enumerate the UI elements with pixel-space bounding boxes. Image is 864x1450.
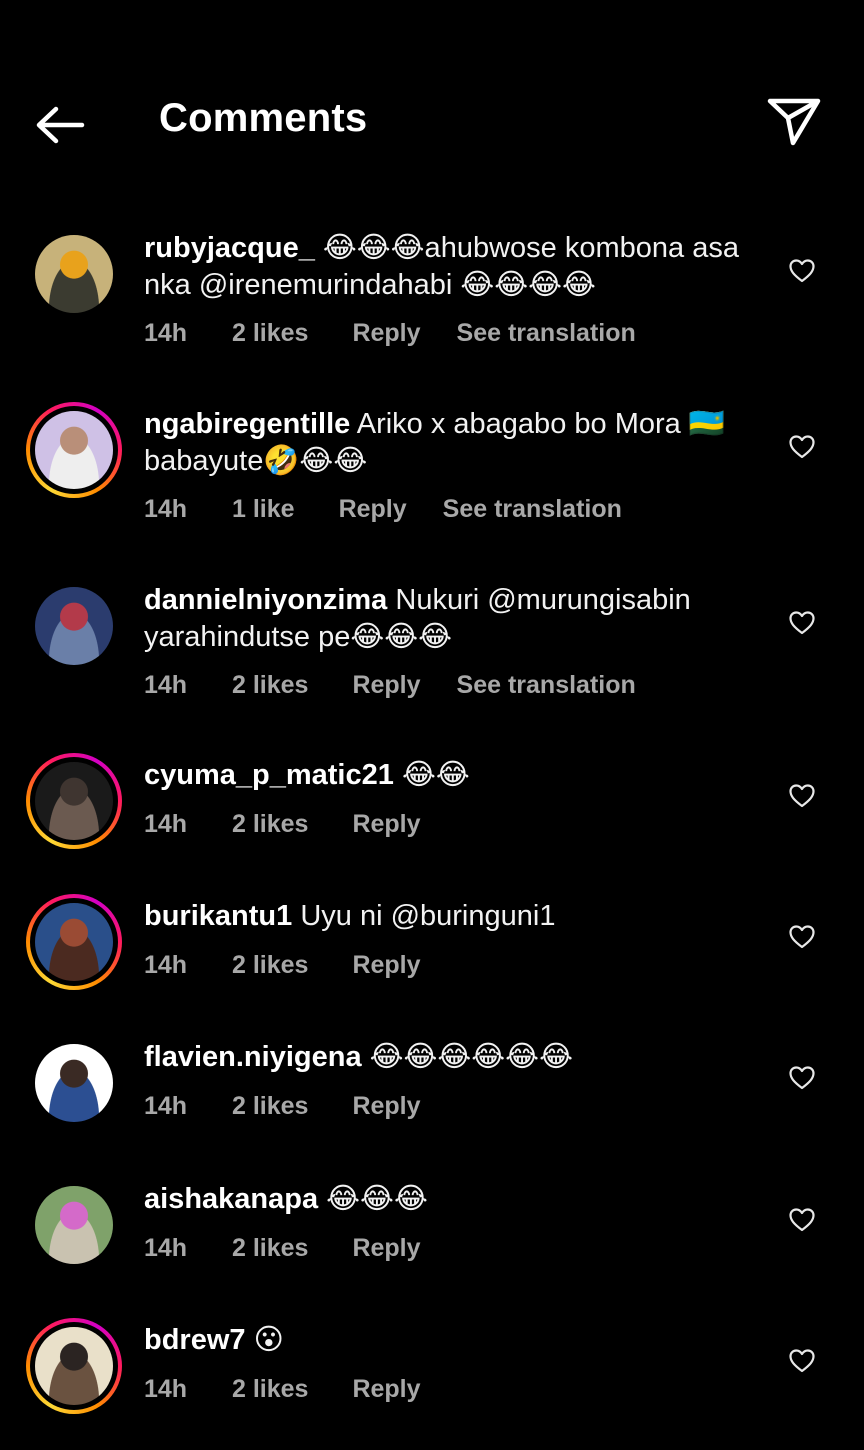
- avatar-container[interactable]: [26, 1035, 122, 1131]
- share-button[interactable]: [766, 96, 822, 148]
- comment-meta: 14h 2 likes Reply: [144, 1233, 457, 1263]
- comment-body: 😮: [253, 1324, 284, 1356]
- comment-body: 😂😂😂😂😂😂: [369, 1041, 573, 1073]
- likes-count[interactable]: 2 likes: [232, 1375, 308, 1404]
- heart-icon[interactable]: [788, 610, 816, 636]
- header: Comments: [0, 0, 864, 190]
- comment-item: dannielniyonzima Nukuri @murungisabin ya…: [0, 580, 864, 710]
- avatar-story-ring[interactable]: [26, 402, 122, 498]
- avatar: [35, 1044, 113, 1122]
- comment-item: aishakanapa 😂😂😂 14h 2 likes Reply: [0, 1179, 864, 1309]
- heart-icon[interactable]: [788, 783, 816, 809]
- comment-time: 14h: [144, 318, 188, 347]
- reply-button[interactable]: Reply: [352, 319, 420, 348]
- heart-icon[interactable]: [788, 258, 816, 284]
- comment-time: 14h: [144, 1091, 188, 1120]
- comment-time: 14h: [144, 494, 188, 523]
- reply-button[interactable]: Reply: [352, 1092, 420, 1121]
- comment-item: flavien.niyigena 😂😂😂😂😂😂 14h 2 likes Reply: [0, 1037, 864, 1167]
- avatar: [35, 1186, 113, 1264]
- reply-button[interactable]: Reply: [352, 951, 420, 980]
- page-title: Comments: [159, 96, 368, 140]
- comment-time: 14h: [144, 950, 188, 979]
- comment-item: burikantu1 Uyu ni @buringuni1 14h 2 likes R…: [0, 894, 864, 1026]
- avatar-container[interactable]: [26, 226, 122, 322]
- avatar-container[interactable]: [26, 578, 122, 674]
- comment-meta: 14h 2 likes Reply: [144, 1091, 457, 1121]
- arrow-left-icon: [36, 106, 85, 144]
- avatar: [35, 762, 113, 840]
- heart-icon[interactable]: [788, 1065, 816, 1091]
- comment-username[interactable]: rubyjacque_: [144, 232, 315, 264]
- comment-time: 14h: [144, 1233, 188, 1262]
- comment-body: Uyu ni @buringuni1: [300, 900, 556, 932]
- avatar-story-ring[interactable]: [26, 1318, 122, 1414]
- comment-meta: 14h 2 likes Reply: [144, 1374, 457, 1404]
- heart-icon[interactable]: [788, 1348, 816, 1374]
- heart-icon[interactable]: [788, 924, 816, 950]
- comment-body: 😂😂: [401, 759, 470, 791]
- reply-button[interactable]: Reply: [339, 495, 407, 524]
- comment-text: burikantu1 Uyu ni @buringuni1: [144, 898, 764, 935]
- likes-count[interactable]: 2 likes: [232, 319, 308, 348]
- likes-count[interactable]: 2 likes: [232, 951, 308, 980]
- comment-item: cyuma_p_matic21 😂😂 14h 2 likes Reply: [0, 753, 864, 885]
- comment-text: ngabiregentille Ariko x abagabo bo Mora …: [144, 406, 764, 480]
- see-translation-link[interactable]: See translation: [457, 671, 636, 700]
- reply-button[interactable]: Reply: [352, 1234, 420, 1263]
- comment-meta: 14h 2 likes Reply: [144, 950, 457, 980]
- comment-username[interactable]: burikantu1: [144, 900, 292, 932]
- heart-icon[interactable]: [788, 1207, 816, 1233]
- reply-button[interactable]: Reply: [352, 671, 420, 700]
- reply-button[interactable]: Reply: [352, 810, 420, 839]
- comment-text: aishakanapa 😂😂😂: [144, 1181, 764, 1218]
- avatar: [35, 903, 113, 981]
- comment-username[interactable]: bdrew7: [144, 1324, 246, 1356]
- comment-item: rubyjacque_ 😂😂😂ahubwose kombona asa nka …: [0, 228, 864, 358]
- paper-plane-icon: [767, 98, 821, 146]
- avatar: [35, 1327, 113, 1405]
- see-translation-link[interactable]: See translation: [457, 319, 636, 348]
- likes-count[interactable]: 1 like: [232, 495, 295, 524]
- likes-count[interactable]: 2 likes: [232, 810, 308, 839]
- comment-username[interactable]: cyuma_p_matic21: [144, 759, 394, 791]
- heart-icon[interactable]: [788, 434, 816, 460]
- avatar-story-ring[interactable]: [26, 894, 122, 990]
- comment-time: 14h: [144, 809, 188, 838]
- comment-meta: 14h 2 likes Reply See translation: [144, 318, 636, 348]
- comment-text: flavien.niyigena 😂😂😂😂😂😂: [144, 1039, 764, 1076]
- comment-item: bdrew7 😮 14h 2 likes Reply: [0, 1318, 864, 1450]
- comment-time: 14h: [144, 1374, 188, 1403]
- comment-item: ngabiregentille Ariko x abagabo bo Mora …: [0, 402, 864, 534]
- reply-button[interactable]: Reply: [352, 1375, 420, 1404]
- comment-username[interactable]: flavien.niyigena: [144, 1041, 362, 1073]
- comment-meta: 14h 1 like Reply See translation: [144, 494, 622, 524]
- comment-text: rubyjacque_ 😂😂😂ahubwose kombona asa nka …: [144, 230, 764, 304]
- back-button[interactable]: [30, 100, 90, 150]
- likes-count[interactable]: 2 likes: [232, 1234, 308, 1263]
- avatar: [35, 235, 113, 313]
- comment-text: cyuma_p_matic21 😂😂: [144, 757, 764, 794]
- comment-username[interactable]: aishakanapa: [144, 1183, 318, 1215]
- comment-time: 14h: [144, 670, 188, 699]
- comment-text: dannielniyonzima Nukuri @murungisabin ya…: [144, 582, 764, 656]
- comment-meta: 14h 2 likes Reply See translation: [144, 670, 636, 700]
- comment-username[interactable]: dannielniyonzima: [144, 584, 387, 616]
- avatar-container[interactable]: [26, 1177, 122, 1273]
- comment-text: bdrew7 😮: [144, 1322, 764, 1359]
- avatar-story-ring[interactable]: [26, 753, 122, 849]
- comment-username[interactable]: ngabiregentille: [144, 408, 350, 440]
- see-translation-link[interactable]: See translation: [443, 495, 622, 524]
- likes-count[interactable]: 2 likes: [232, 1092, 308, 1121]
- avatar: [35, 587, 113, 665]
- likes-count[interactable]: 2 likes: [232, 671, 308, 700]
- avatar: [35, 411, 113, 489]
- comment-meta: 14h 2 likes Reply: [144, 809, 457, 839]
- comment-body: 😂😂😂: [326, 1183, 428, 1215]
